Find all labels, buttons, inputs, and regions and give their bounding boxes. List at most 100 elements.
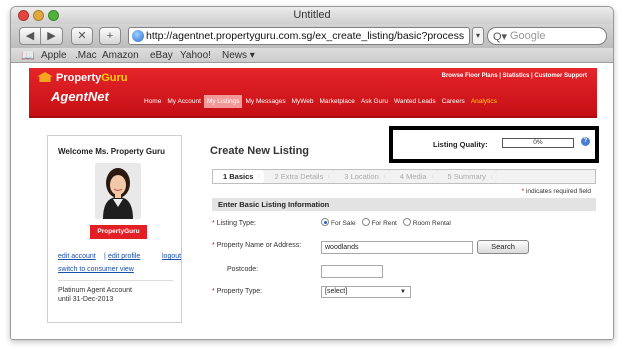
property-type-selected: [select] bbox=[325, 288, 348, 295]
listing-quality-highlight: Listing Quality: 0% ? bbox=[389, 126, 599, 163]
listing-quality-meter: 0% bbox=[502, 138, 574, 148]
listing-steps: 1 Basics 2 Extra Details 3 Location 4 Me… bbox=[212, 169, 596, 184]
required-star: * bbox=[521, 188, 525, 195]
switch-consumer-view-link[interactable]: switch to consumer view bbox=[58, 266, 134, 273]
add-bookmark-button[interactable]: + bbox=[99, 27, 121, 45]
plus-icon: + bbox=[106, 30, 114, 42]
radio-for-rent[interactable]: For Rent bbox=[361, 218, 397, 227]
site-header: PropertyGuru AgentNet Browse Floor Plans… bbox=[29, 68, 597, 118]
nav-myweb[interactable]: MyWeb bbox=[289, 95, 317, 108]
bookmark-apple[interactable]: Apple bbox=[41, 50, 67, 61]
listing-type-label: * Listing Type: bbox=[212, 220, 256, 227]
stop-button[interactable]: ✕ bbox=[71, 27, 93, 45]
plan-expiry: until 31-Dec-2013 bbox=[58, 296, 114, 303]
back-arrow-icon: ◀ bbox=[25, 30, 35, 42]
nav-marketplace[interactable]: Marketplace bbox=[317, 95, 358, 108]
radio-for-sale-label: For Sale bbox=[331, 220, 356, 227]
forward-arrow-icon: ▶ bbox=[47, 30, 56, 42]
nav-my-account[interactable]: My Account bbox=[164, 95, 204, 108]
browser-toolbar: ◀ ▶ ✕ + http://agentnet.propertyguru.com… bbox=[11, 24, 613, 48]
link-separator: | bbox=[104, 253, 106, 260]
address-bar[interactable]: http://agentnet.propertyguru.com.sg/ex_c… bbox=[128, 27, 470, 45]
window-title: Untitled bbox=[293, 9, 331, 21]
sidebar-divider bbox=[58, 280, 173, 281]
bookmark-amazon[interactable]: Amazon bbox=[102, 50, 139, 61]
nav-ask-guru[interactable]: Ask Guru bbox=[358, 95, 391, 108]
property-type-label-text: Property Type: bbox=[216, 288, 263, 295]
product-name: AgentNet bbox=[51, 89, 109, 104]
agent-profile-panel: Welcome Ms. Property Guru PropertyGuru e… bbox=[47, 135, 182, 323]
step-summary[interactable]: 5 Summary bbox=[438, 170, 498, 183]
globe-icon bbox=[132, 30, 144, 42]
bookmark-news[interactable]: News ▾ bbox=[222, 50, 255, 61]
nav-my-messages[interactable]: My Messages bbox=[242, 95, 288, 108]
bookmark-yahoo[interactable]: Yahoo! bbox=[180, 50, 211, 61]
title-bar: Untitled bbox=[11, 7, 613, 24]
search-placeholder: Google bbox=[510, 30, 546, 42]
postcode-input[interactable] bbox=[321, 265, 383, 278]
back-button[interactable]: ◀ bbox=[19, 27, 41, 45]
radio-for-rent-label: For Rent bbox=[371, 220, 397, 227]
search-button[interactable]: Search bbox=[477, 240, 529, 254]
bookmark-mac[interactable]: .Mac bbox=[75, 50, 97, 61]
propertyguru-badge: PropertyGuru bbox=[90, 225, 147, 239]
radio-unchecked-icon bbox=[402, 218, 411, 226]
chevron-down-icon: ▾ bbox=[475, 31, 480, 40]
property-type-label: * Property Type: bbox=[212, 288, 263, 295]
browser-window: Untitled ◀ ▶ ✕ + http://agentnet.propert… bbox=[10, 6, 614, 340]
close-icon: ✕ bbox=[77, 30, 87, 42]
postcode-label: Postcode: bbox=[227, 266, 259, 273]
listing-quality-label: Listing Quality: bbox=[433, 140, 488, 149]
chevron-down-icon: ▼ bbox=[400, 289, 406, 295]
bookmarks-bar: 📖 Apple .Mac Amazon eBay Yahoo! News ▾ bbox=[11, 48, 613, 63]
property-type-select[interactable]: [select] ▼ bbox=[321, 286, 411, 298]
section-heading: Enter Basic Listing Information bbox=[212, 198, 596, 211]
radio-room-rental[interactable]: Room Rental bbox=[402, 218, 451, 227]
radio-for-sale[interactable]: For Sale bbox=[321, 218, 356, 227]
listing-quality-value: 0% bbox=[533, 139, 543, 146]
forward-button[interactable]: ▶ bbox=[41, 27, 63, 45]
step-media[interactable]: 4 Media bbox=[390, 170, 438, 183]
book-icon[interactable]: 📖 bbox=[21, 49, 35, 62]
house-logo-icon bbox=[37, 72, 53, 82]
edit-account-link[interactable]: edit account bbox=[58, 253, 96, 260]
nav-wanted-leads[interactable]: Wanted Leads bbox=[391, 95, 439, 108]
logout-link[interactable]: logout bbox=[162, 253, 181, 260]
step-location[interactable]: 3 Location bbox=[334, 170, 390, 183]
step-basics[interactable]: 1 Basics bbox=[213, 170, 265, 183]
radio-unchecked-icon bbox=[361, 218, 370, 226]
nav-analytics[interactable]: Analytics bbox=[468, 95, 500, 108]
header-top-links[interactable]: Browse Floor Plans | Statistics | Custom… bbox=[442, 73, 587, 79]
edit-profile-link[interactable]: edit profile bbox=[108, 253, 140, 260]
nav-home[interactable]: Home bbox=[141, 95, 164, 108]
required-field-note: * indicates required field bbox=[522, 188, 591, 195]
logo-text-guru: Guru bbox=[101, 72, 128, 84]
web-page: PropertyGuru AgentNet Browse Floor Plans… bbox=[11, 64, 613, 339]
avatar bbox=[95, 163, 141, 219]
nav-careers[interactable]: Careers bbox=[439, 95, 468, 108]
listing-type-radios: For Sale For Rent Room Rental bbox=[321, 218, 451, 227]
url-text: http://agentnet.propertyguru.com.sg/ex_c… bbox=[146, 30, 465, 42]
logo-text-property: Property bbox=[56, 72, 102, 84]
page-title: Create New Listing bbox=[210, 145, 310, 157]
required-note-text: indicates required field bbox=[525, 188, 591, 195]
property-name-label: * Property Name or Address: bbox=[212, 242, 302, 249]
search-icon: Q▾ bbox=[493, 31, 508, 43]
account-plan: Platinum Agent Account until 31-Dec-2013 bbox=[58, 286, 132, 304]
step-extra-details[interactable]: 2 Extra Details bbox=[264, 170, 335, 183]
radio-checked-icon bbox=[321, 218, 329, 226]
address-dropdown-button[interactable]: ▾ bbox=[472, 27, 484, 45]
browser-search-input[interactable]: Q▾ Google bbox=[487, 27, 607, 45]
listing-type-label-text: Listing Type: bbox=[216, 220, 256, 227]
site-logo[interactable]: PropertyGuru bbox=[37, 72, 128, 84]
help-icon[interactable]: ? bbox=[581, 137, 590, 146]
main-nav: Home My Account My Listings My Messages … bbox=[141, 95, 500, 108]
radio-room-rental-label: Room Rental bbox=[412, 220, 451, 227]
nav-my-listings[interactable]: My Listings bbox=[203, 95, 243, 108]
property-name-label-text: Property Name or Address: bbox=[216, 242, 302, 249]
property-name-input[interactable]: woodlands bbox=[321, 241, 473, 254]
plan-name: Platinum Agent Account bbox=[58, 287, 132, 294]
welcome-text: Welcome Ms. Property Guru bbox=[58, 147, 165, 156]
agent-photo-icon bbox=[95, 163, 141, 219]
bookmark-ebay[interactable]: eBay bbox=[150, 50, 173, 61]
